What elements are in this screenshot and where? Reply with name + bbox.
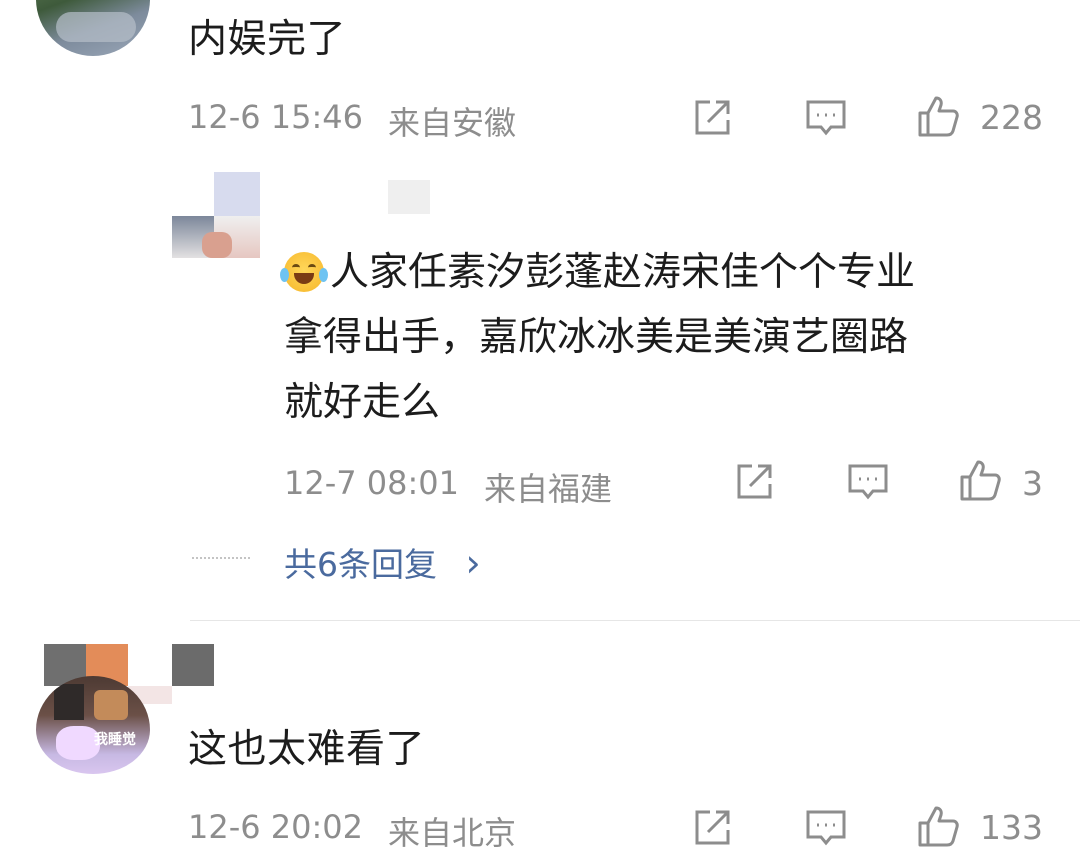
like-icon[interactable] bbox=[916, 94, 960, 138]
comment-icon[interactable] bbox=[846, 460, 890, 504]
divider bbox=[190, 620, 1080, 621]
comment-text: 这也太难看了 bbox=[188, 727, 426, 772]
avatar-label: 我睡觉 bbox=[94, 732, 136, 748]
view-replies-link[interactable]: 共6条回复 › bbox=[284, 538, 481, 586]
comment-icon[interactable] bbox=[804, 806, 848, 850]
like-icon[interactable] bbox=[958, 458, 1002, 502]
share-icon[interactable] bbox=[690, 806, 734, 850]
like-icon[interactable] bbox=[916, 804, 960, 848]
comment-icon[interactable] bbox=[804, 96, 848, 140]
comment-location: 来自北京 bbox=[388, 814, 517, 852]
chevron-right-icon: › bbox=[465, 541, 481, 585]
view-replies-label: 共6条回复 bbox=[284, 545, 437, 584]
comment-time: 12-6 15:46 bbox=[188, 98, 364, 136]
like-count: 3 bbox=[1022, 464, 1043, 503]
like-count: 228 bbox=[980, 98, 1043, 137]
reply-line-3: 就好走么 bbox=[284, 380, 441, 425]
share-icon[interactable] bbox=[732, 460, 776, 504]
like-count: 133 bbox=[980, 808, 1043, 847]
reply-time: 12-7 08:01 bbox=[284, 464, 460, 502]
reply-text: 人家任素汐彭蓬赵涛宋佳个个专业 拿得出手，嘉欣冰冰美是美演艺圈路 就好走么 bbox=[280, 240, 1014, 435]
reply-location: 来自福建 bbox=[484, 470, 613, 508]
avatar[interactable]: 我睡觉 bbox=[36, 676, 150, 774]
dotted-line bbox=[192, 557, 250, 559]
comment-time: 12-6 20:02 bbox=[188, 808, 364, 846]
reply-line-1: 人家任素汐彭蓬赵涛宋佳个个专业 bbox=[330, 250, 916, 295]
reply-avatar[interactable] bbox=[172, 172, 260, 258]
comment-text: 内娱完了 bbox=[188, 17, 347, 62]
share-icon[interactable] bbox=[690, 96, 734, 140]
comment-location: 来自安徽 bbox=[388, 104, 517, 142]
avatar[interactable] bbox=[36, 0, 150, 56]
username-mosaic bbox=[388, 180, 430, 214]
crying-laughing-emoji bbox=[280, 252, 328, 292]
reply-line-2: 拿得出手，嘉欣冰冰美是美演艺圈路 bbox=[284, 315, 909, 360]
